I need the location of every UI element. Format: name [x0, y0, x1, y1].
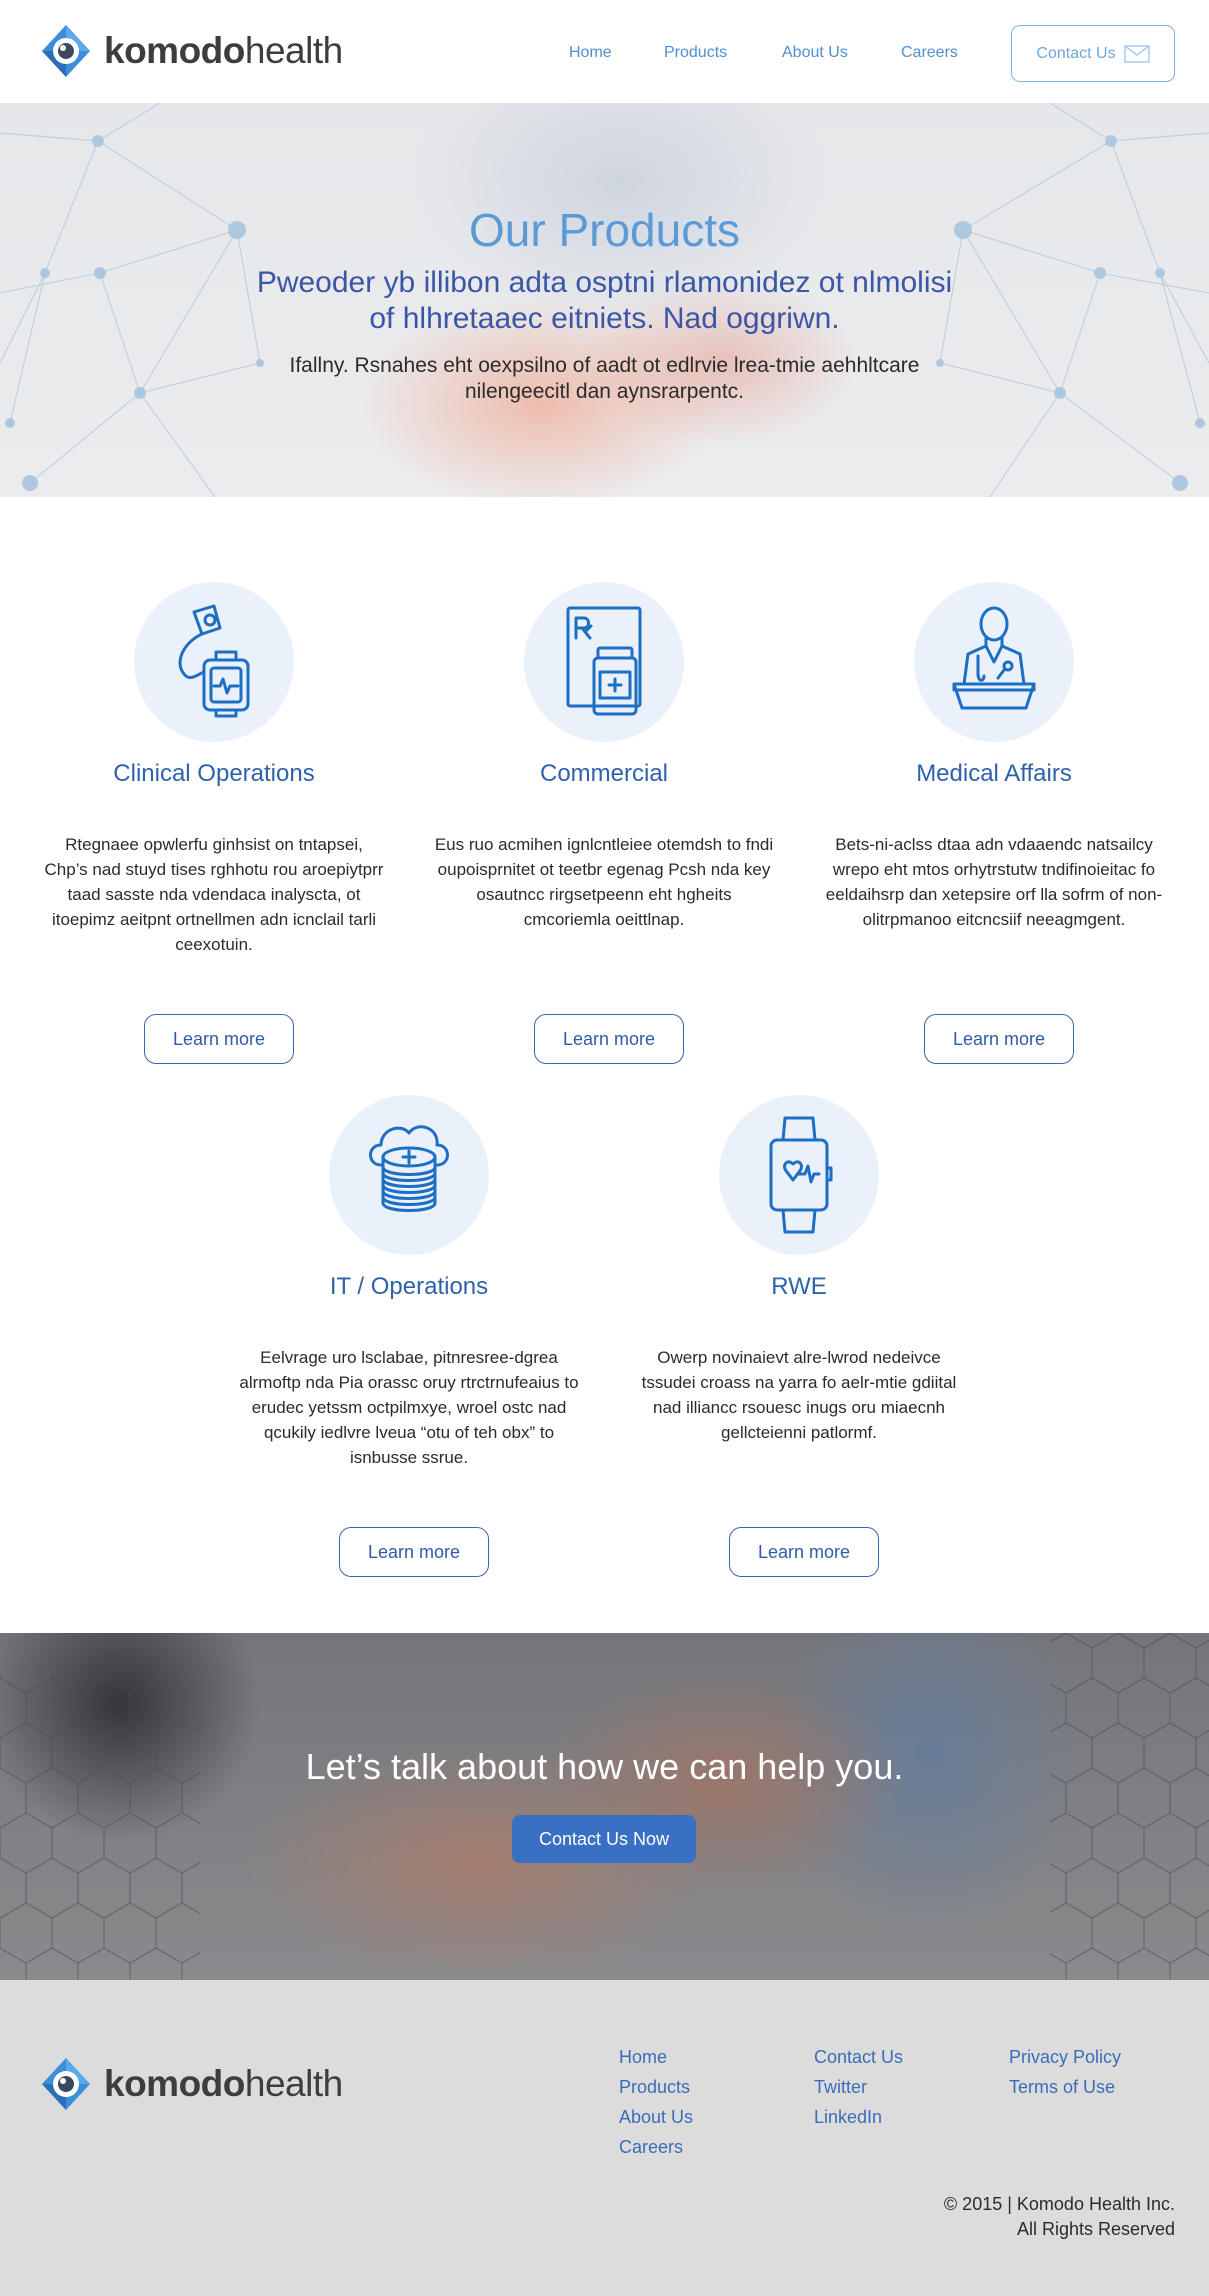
cloud-data-icon — [369, 1125, 449, 1212]
site-logo[interactable]: komodohealth — [38, 23, 343, 79]
product-title: IT / Operations — [329, 1273, 489, 1300]
footer-products-link[interactable]: Products — [619, 2072, 693, 2102]
learn-more-button[interactable]: Learn more — [924, 1014, 1074, 1064]
footer-twitter-link[interactable]: Twitter — [814, 2072, 903, 2102]
product-description: Bets-ni-aclss dtaa adn vdaaendc natsailc… — [825, 835, 1163, 929]
copyright-line: © 2015 | Komodo Health Inc. — [943, 2194, 1175, 2214]
komodo-logo-icon — [38, 23, 94, 79]
learn-more-button[interactable]: Learn more — [729, 1527, 879, 1577]
product-title: Clinical Operations — [113, 760, 315, 787]
footer-nav-column-2: Contact Us Twitter LinkedIn — [814, 2042, 903, 2132]
product-icon-circle — [914, 582, 1074, 742]
hero-description: Ifallny. Rsnahes eht oexpsilno of aadt o… — [289, 354, 920, 403]
learn-more-button[interactable]: Learn more — [534, 1014, 684, 1064]
nav-home-link[interactable]: Home — [569, 44, 612, 62]
contact-button-label: Contact Us — [1036, 44, 1116, 62]
header-contact-button[interactable]: Contact Us — [1011, 25, 1175, 82]
footer-about-link[interactable]: About Us — [619, 2102, 693, 2132]
prescription-bottle-icon — [566, 606, 642, 716]
product-icon-circle — [524, 582, 684, 742]
learn-more-button[interactable]: Learn more — [144, 1014, 294, 1064]
nav-careers-link[interactable]: Careers — [901, 44, 958, 62]
contact-us-now-button[interactable]: Contact Us Now — [512, 1815, 696, 1863]
footer-nav-column-1: Home Products About Us Careers — [619, 2042, 693, 2162]
doctor-icon — [952, 606, 1036, 710]
rights-line: All Rights Reserved — [1016, 2219, 1175, 2239]
smartwatch-heart-icon — [769, 1116, 833, 1234]
nav-about-link[interactable]: About Us — [782, 44, 848, 62]
product-description: Owerp novinaievt alre-lwrod nedeivce tss… — [641, 1348, 957, 1442]
product-title: Commercial — [539, 760, 668, 787]
logo-wordmark: komodohealth — [104, 30, 343, 71]
product-icon-circle — [134, 582, 294, 742]
product-icon-circle — [329, 1095, 489, 1255]
contact-cta-banner: Let’s talk about how we can help you. Co… — [0, 1633, 1209, 1980]
footer-linkedin-link[interactable]: LinkedIn — [814, 2102, 903, 2132]
learn-more-button[interactable]: Learn more — [339, 1527, 489, 1577]
footer-careers-link[interactable]: Careers — [619, 2132, 693, 2162]
komodo-logo-icon — [38, 2056, 94, 2112]
footer-terms-link[interactable]: Terms of Use — [1009, 2072, 1121, 2102]
nav-products-link[interactable]: Products — [664, 44, 727, 62]
site-footer: komodohealth Home Products About Us Care… — [0, 1980, 1209, 2296]
cta-heading: Let’s talk about how we can help you. — [305, 1746, 904, 1787]
product-title: Medical Affairs — [916, 760, 1072, 787]
product-title: RWE — [771, 1273, 827, 1300]
hero-banner: Our Products Pweoder yb illibon adta osp… — [0, 103, 1209, 497]
clinical-device-icon — [178, 604, 250, 718]
copyright-notice: © 2015 | Komodo Health Inc. All Rights R… — [944, 2192, 1175, 2242]
footer-contact-link[interactable]: Contact Us — [814, 2042, 903, 2072]
product-description: Rtegnaee opwlerfu ginhsist on tntapsei, … — [44, 835, 384, 954]
envelope-icon — [1123, 44, 1150, 63]
footer-privacy-link[interactable]: Privacy Policy — [1009, 2042, 1121, 2072]
hexagon-pattern-graphic — [0, 1633, 1209, 1980]
footer-nav-column-3: Privacy Policy Terms of Use — [1009, 2042, 1121, 2102]
product-description: Eelvrage uro lsclabae, pitnresree-dgrea … — [239, 1348, 579, 1467]
hero-subtitle: Pweoder yb illibon adta osptni rlamonide… — [256, 266, 953, 335]
site-header: komodohealth Home Products About Us Care… — [0, 0, 1209, 103]
footer-home-link[interactable]: Home — [619, 2042, 693, 2072]
page-title: Our Products — [469, 204, 740, 256]
product-description: Eus ruo acmihen ignlcntleiee otemdsh to … — [434, 835, 774, 929]
footer-logo[interactable]: komodohealth — [38, 2056, 343, 2112]
logo-wordmark: komodohealth — [104, 2063, 343, 2104]
product-icon-circle — [719, 1095, 879, 1255]
